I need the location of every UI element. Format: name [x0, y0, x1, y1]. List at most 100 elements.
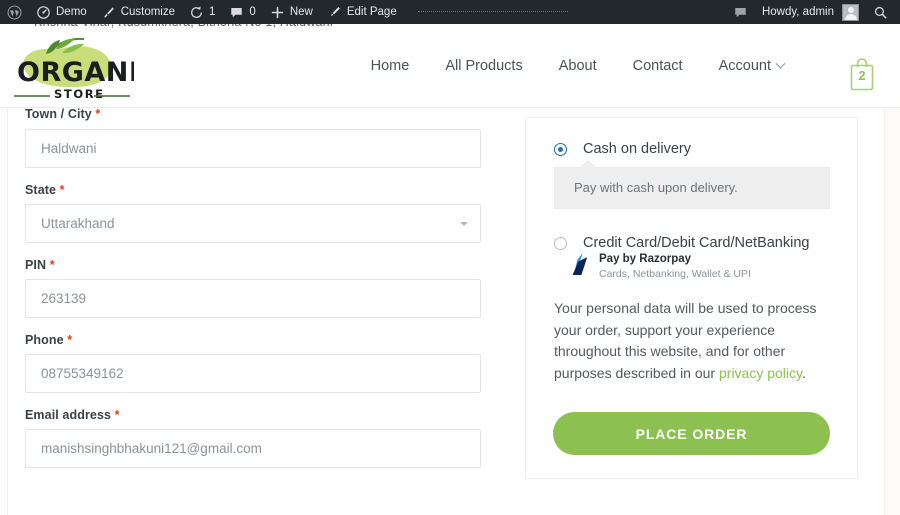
privacy-text-after: .: [802, 364, 806, 381]
state-select[interactable]: Uttarakhand: [25, 204, 481, 243]
chevron-down-icon: [460, 222, 468, 226]
cart-button[interactable]: 2: [846, 55, 878, 93]
pin-input[interactable]: 263139: [25, 279, 481, 318]
label-credit-card: Credit Card/Debit Card/NetBanking: [583, 235, 810, 251]
adminbar-label-demo: Demo: [56, 6, 87, 18]
field-email: Email address * manishsinghbhakuni121@gm…: [25, 408, 481, 468]
town-city-value: Haldwani: [41, 141, 97, 156]
adminbar-dotted-rule: [417, 11, 568, 12]
plus-icon: [270, 5, 285, 20]
field-state: State * Uttarakhand: [25, 183, 481, 243]
nav-label-about: About: [558, 58, 597, 74]
required-marker: *: [95, 107, 101, 121]
label-text-pin: PIN: [25, 258, 47, 272]
privacy-notice: Your personal data will be used to proce…: [554, 298, 834, 384]
nav-label-all-products: All Products: [445, 58, 523, 74]
clipped-address-strip: Krishna Vihar, Kusumkhera, Bithoria No 1…: [0, 24, 900, 34]
radio-cash-on-delivery[interactable]: [554, 143, 567, 156]
wordpress-logo-icon: [7, 5, 22, 20]
field-town-city: Town / City * Haldwani: [25, 107, 481, 168]
label-text-phone: Phone: [25, 333, 64, 347]
payment-option-cash-on-delivery[interactable]: Cash on delivery: [554, 140, 691, 159]
content-left-rule: [7, 108, 8, 515]
adminbar-item-customize[interactable]: Customize: [94, 0, 182, 24]
wp-admin-bar: Demo Customize 1 0 New Edit Page Howdy, …: [0, 0, 900, 24]
adminbar-item-edit-page[interactable]: Edit Page: [320, 0, 404, 24]
clipped-address-text: Krishna Vihar, Kusumkhera, Bithoria No 1…: [34, 24, 333, 29]
label-phone: Phone *: [25, 333, 481, 347]
required-marker: *: [67, 333, 73, 347]
nav-item-all-products[interactable]: All Products: [427, 58, 540, 74]
email-value: manishsinghbhakuni121@gmail.com: [41, 441, 262, 456]
avatar: [842, 3, 859, 21]
comment-bubble-icon: [229, 5, 244, 20]
nav-label-home: Home: [370, 58, 410, 74]
adminbar-item-comments[interactable]: 0: [222, 0, 262, 24]
adminbar-item-new[interactable]: New: [263, 0, 320, 24]
pencil-icon: [327, 5, 342, 20]
nav-item-contact[interactable]: Contact: [615, 58, 701, 74]
razorpay-block: Pay by Razorpay Cards, Netbanking, Walle…: [571, 252, 751, 281]
payment-option-credit-card[interactable]: Credit Card/Debit Card/NetBanking: [554, 234, 809, 253]
adminbar-item-updates[interactable]: 1: [182, 0, 222, 24]
cash-on-delivery-description-box: Pay with cash upon delivery.: [554, 160, 830, 209]
nav-item-home[interactable]: Home: [353, 58, 428, 74]
adminbar-item-my-account[interactable]: Howdy, admin: [755, 0, 866, 24]
billing-form: Town / City * Haldwani State * Uttarakha…: [25, 107, 481, 483]
radio-credit-card[interactable]: [554, 237, 567, 250]
label-text-state: State: [25, 183, 57, 197]
tooltip-caret-icon: [580, 160, 596, 167]
adminbar-label-new: New: [289, 6, 313, 18]
right-rail: [885, 108, 900, 515]
label-town-city: Town / City *: [25, 107, 481, 121]
checkout-page: Town / City * Haldwani State * Uttarakha…: [0, 107, 900, 515]
label-text-email: Email address: [25, 408, 112, 422]
razorpay-subtitle: Cards, Netbanking, Wallet & UPI: [599, 268, 751, 280]
dashboard-speedometer-icon: [36, 5, 51, 20]
place-order-button[interactable]: PLACE ORDER: [553, 412, 830, 455]
privacy-policy-link[interactable]: privacy policy: [719, 365, 802, 381]
phone-input[interactable]: 08755349162: [25, 354, 481, 393]
adminbar-label-comments: 0: [249, 6, 256, 18]
site-header: ORGANIC STORE Home All Products About Co…: [0, 24, 900, 108]
nav-item-account[interactable]: Account: [701, 58, 802, 74]
razorpay-title: Pay by Razorpay: [599, 253, 692, 265]
adminbar-spacer: [404, 0, 726, 24]
adminbar-item-search[interactable]: [866, 0, 900, 24]
label-state: State *: [25, 183, 481, 197]
adminbar-label-edit-page: Edit Page: [346, 6, 397, 18]
chevron-down-icon: [775, 58, 786, 69]
required-marker: *: [114, 408, 120, 422]
pin-value: 263139: [41, 291, 87, 306]
updates-icon: [189, 5, 204, 20]
adminbar-item-demo[interactable]: Demo: [29, 0, 94, 24]
adminbar-item-screen-comment[interactable]: [726, 0, 755, 24]
cash-on-delivery-description: Pay with cash upon delivery.: [574, 180, 738, 195]
required-marker: *: [59, 183, 65, 197]
nav-item-about[interactable]: About: [541, 58, 615, 74]
label-cash-on-delivery: Cash on delivery: [583, 141, 691, 157]
nav-label-contact: Contact: [632, 58, 683, 74]
label-pin: PIN *: [25, 258, 481, 272]
nav-label-account: Account: [718, 58, 771, 74]
phone-value: 08755349162: [41, 366, 124, 381]
field-pin: PIN * 263139: [25, 258, 481, 318]
adminbar-item-wordpress-logo[interactable]: [0, 0, 29, 24]
site-logo[interactable]: ORGANIC STORE: [10, 30, 134, 104]
search-icon: [873, 5, 888, 20]
svg-text:ORGANIC: ORGANIC: [17, 57, 134, 88]
cart-count: 2: [858, 69, 866, 83]
adminbar-howdy-label: Howdy, admin: [761, 6, 834, 18]
state-value: Uttarakhand: [41, 216, 115, 231]
email-input[interactable]: manishsinghbhakuni121@gmail.com: [25, 429, 481, 468]
comment-bubble-icon: [733, 5, 748, 20]
field-phone: Phone * 08755349162: [25, 333, 481, 393]
label-email: Email address *: [25, 408, 481, 422]
svg-text:STORE: STORE: [54, 87, 105, 101]
razorpay-logo-icon: [571, 253, 591, 275]
adminbar-label-customize: Customize: [120, 6, 176, 18]
adminbar-label-updates: 1: [209, 6, 216, 18]
town-city-input[interactable]: Haldwani: [25, 129, 481, 168]
label-text-town-city: Town / City: [25, 107, 92, 121]
required-marker: *: [49, 258, 55, 272]
